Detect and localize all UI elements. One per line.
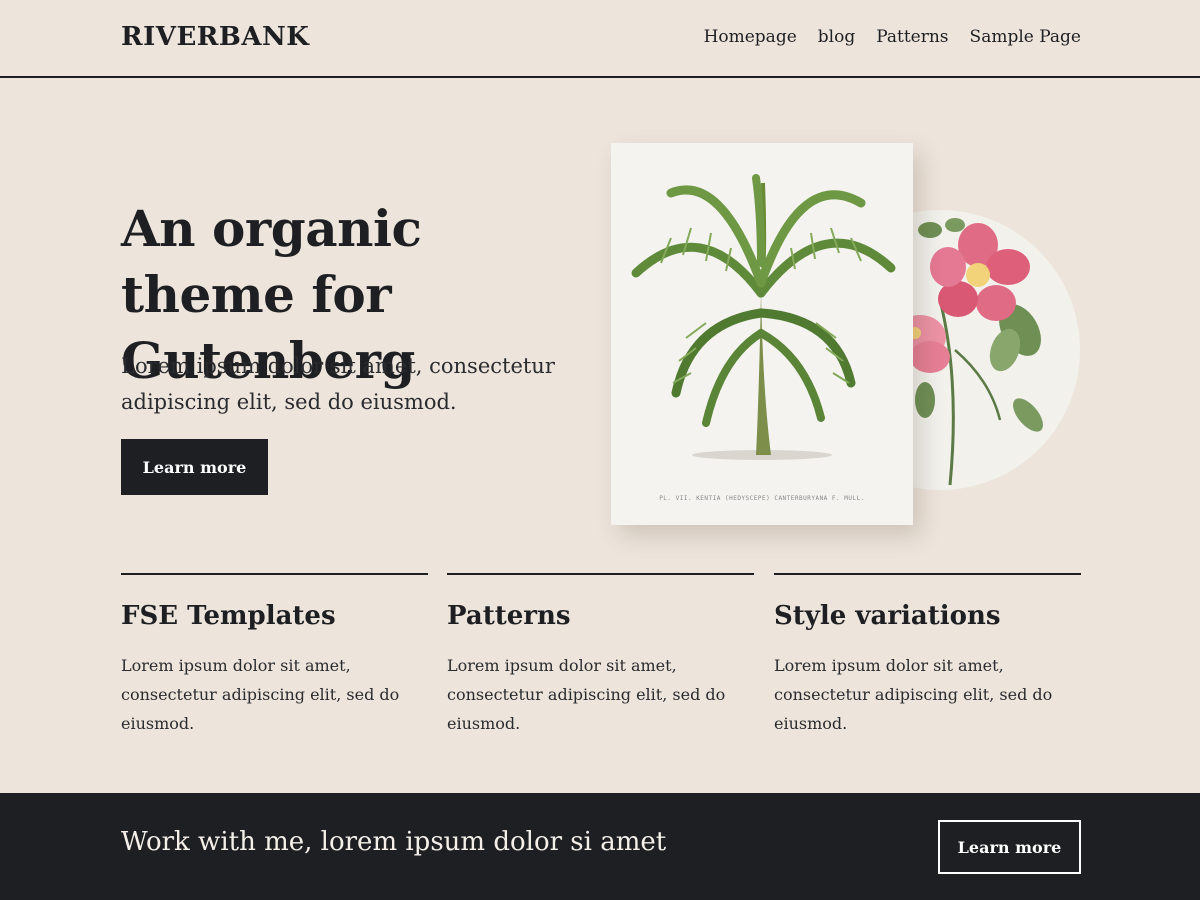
botanical-plate: PL. VII. KENTIA (HEDYSCEPE) CANTERBURYAN… (611, 143, 913, 525)
nav-item-sample-page[interactable]: Sample Page (970, 27, 1081, 47)
site-logo[interactable]: RIVERBANK (121, 22, 309, 52)
footer-cta-text: Work with me, lorem ipsum dolor si amet (121, 827, 667, 857)
rose-icon (900, 210, 1080, 490)
nav-item-patterns[interactable]: Patterns (876, 27, 948, 47)
nav-item-blog[interactable]: blog (818, 27, 855, 47)
plate-caption: PL. VII. KENTIA (HEDYSCEPE) CANTERBURYAN… (659, 495, 865, 502)
feature-fse-templates: FSE Templates Lorem ipsum dolor sit amet… (121, 573, 428, 738)
feature-title: Style variations (774, 601, 1001, 631)
rose-illustration (900, 210, 1080, 490)
hero-learn-more-button[interactable]: Learn more (121, 439, 268, 495)
site-header: RIVERBANK Homepage blog Patterns Sample … (0, 0, 1200, 78)
palm-icon (631, 174, 896, 460)
hero-subtitle: Lorem ipsum dolor sit amet, consectetur … (121, 354, 555, 414)
feature-text: Lorem ipsum dolor sit amet, consectetur … (774, 656, 1053, 733)
feature-patterns: Patterns Lorem ipsum dolor sit amet, con… (447, 573, 754, 738)
primary-nav: Homepage blog Patterns Sample Page (704, 27, 1081, 47)
footer-learn-more-button[interactable]: Learn more (938, 820, 1081, 874)
feature-title: Patterns (447, 601, 571, 631)
feature-text: Lorem ipsum dolor sit amet, consectetur … (447, 656, 726, 733)
feature-text: Lorem ipsum dolor sit amet, consectetur … (121, 656, 400, 733)
feature-style-variations: Style variations Lorem ipsum dolor sit a… (774, 573, 1081, 738)
cta-footer: Work with me, lorem ipsum dolor si amet … (0, 793, 1200, 900)
feature-title: FSE Templates (121, 601, 336, 631)
nav-item-homepage[interactable]: Homepage (704, 27, 797, 47)
